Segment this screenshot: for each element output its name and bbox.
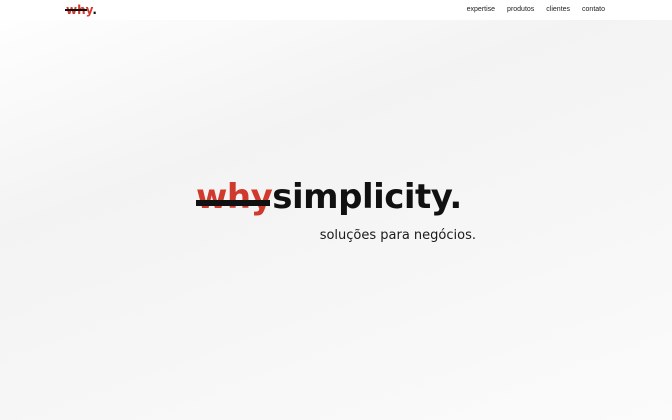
hero-headline: whysimplicity.: [196, 176, 462, 218]
hero-dot: .: [449, 177, 462, 217]
nav-link-expertise[interactable]: expertise: [461, 5, 501, 15]
hero-tagline: soluções para negócios.: [319, 228, 476, 243]
hero-section: whysimplicity. soluções para negócios.: [196, 176, 486, 246]
nav-link-contato[interactable]: contato: [576, 5, 605, 15]
logo-dot: .: [92, 3, 97, 17]
top-navigation-bar: why. expertise produtos clientes contato: [0, 0, 672, 20]
hero-word: simplicity: [272, 177, 450, 217]
logo-link[interactable]: why.: [66, 3, 97, 17]
nav-link-clientes[interactable]: clientes: [540, 5, 576, 15]
hero-strikethrough-why: why: [196, 177, 273, 217]
logo-strikethrough-text: wh: [66, 3, 86, 17]
nav-link-produtos[interactable]: produtos: [501, 5, 540, 15]
main-nav: expertise produtos clientes contato: [461, 5, 605, 15]
